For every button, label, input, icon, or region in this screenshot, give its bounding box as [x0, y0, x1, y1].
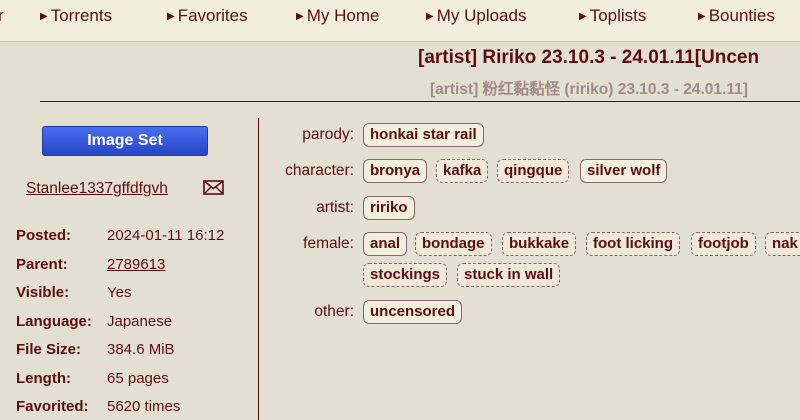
nav-label: My Home: [306, 6, 380, 25]
nav-item-my-home[interactable]: ▶ My Home: [296, 6, 379, 26]
nav-item-partial[interactable]: r: [0, 6, 4, 26]
tag-bukkake[interactable]: bukkake: [502, 232, 577, 256]
nav-item-my-uploads[interactable]: ▶ My Uploads: [426, 6, 526, 26]
info-label: Language:: [16, 313, 92, 330]
triangle-right-icon: ▶: [698, 11, 706, 22]
gallery-title-japanese: [artist] 粉红黏黏怪 (ririko) 23.10.3 - 24.01.…: [430, 81, 748, 98]
tag-uncensored[interactable]: uncensored: [363, 300, 463, 324]
nav-item-torrents[interactable]: ▶ Torrents: [40, 6, 112, 26]
title-divider: [40, 101, 800, 102]
nav-label: My Uploads: [436, 6, 527, 25]
tag-footjob[interactable]: footjob: [691, 232, 756, 256]
triangle-right-icon: ▶: [167, 11, 175, 22]
info-label: Parent:: [16, 256, 68, 273]
gallery-title: [artist] Ririko 23.10.3 - 24.01.11[Uncen: [418, 47, 760, 68]
tag-ririko[interactable]: ririko: [363, 196, 415, 220]
info-row-parent: Parent: 2789613: [16, 256, 165, 273]
nav-label: Torrents: [50, 6, 113, 25]
info-value: 384.6 MiB: [107, 341, 175, 358]
uploader-link[interactable]: Stanlee1337gffdfgvh: [26, 180, 168, 198]
nav-item-favorites[interactable]: ▶ Favorites: [167, 6, 248, 26]
tag-bondage[interactable]: bondage: [415, 232, 492, 256]
tag-namespace-female: female:: [303, 235, 354, 252]
tag-honkai-star-rail[interactable]: honkai star rail: [363, 123, 484, 147]
top-navigation: r ▶ Torrents ▶ Favorites ▶ My Home ▶ My Uplo…: [0, 0, 800, 42]
info-label: Visible:: [16, 284, 70, 301]
info-row-language: Language: Japanese: [16, 313, 172, 330]
tag-kafka[interactable]: kafka: [436, 159, 489, 183]
info-value: Japanese: [107, 313, 173, 330]
tag-qingque[interactable]: qingque: [497, 159, 570, 183]
tag-anal[interactable]: anal: [363, 232, 408, 256]
category-button[interactable]: Image Set: [42, 126, 208, 156]
tag-bronya[interactable]: bronya: [363, 159, 428, 183]
nav-label: Bounties: [708, 6, 775, 25]
info-label: Length:: [16, 370, 71, 387]
info-value: 2024-01-11 16:12: [107, 227, 225, 244]
info-label: Favorited:: [16, 398, 89, 415]
info-row-favorited: Favorited: 5620 times: [16, 398, 180, 415]
info-row-length: Length: 65 pages: [16, 370, 169, 387]
info-value: Yes: [107, 284, 132, 301]
info-row-posted: Posted: 2024-01-11 16:12: [16, 227, 224, 244]
tag-stuck-in-wall[interactable]: stuck in wall: [457, 263, 561, 287]
info-label: File Size:: [16, 341, 82, 358]
tag-silver-wolf[interactable]: silver wolf: [580, 159, 668, 183]
info-row-file-size: File Size: 384.6 MiB: [16, 341, 175, 358]
triangle-right-icon: ▶: [579, 11, 587, 22]
info-value: 65 pages: [107, 370, 169, 387]
tag-stockings[interactable]: stockings: [363, 263, 448, 287]
envelope-icon[interactable]: [203, 180, 224, 195]
parent-link[interactable]: 2789613: [107, 256, 165, 273]
tag-namespace-other: other:: [314, 303, 354, 320]
tag-namespace-artist: artist:: [316, 199, 354, 216]
tag-namespace-parody: parody:: [302, 126, 354, 143]
tag-namespace-character: character:: [285, 162, 354, 179]
info-value: 5620 times: [107, 398, 181, 415]
info-label: Posted:: [16, 227, 72, 244]
tag-foot-licking[interactable]: foot licking: [586, 232, 680, 256]
tag-truncated[interactable]: nak: [765, 232, 800, 256]
nav-item-toplists[interactable]: ▶ Toplists: [579, 6, 646, 26]
nav-label: Toplists: [589, 6, 647, 25]
nav-item-bounties[interactable]: ▶ Bounties: [698, 6, 775, 26]
triangle-right-icon: ▶: [296, 11, 304, 22]
nav-label: Favorites: [177, 6, 248, 25]
triangle-right-icon: ▶: [40, 11, 48, 22]
triangle-right-icon: ▶: [426, 11, 434, 22]
info-row-visible: Visible: Yes: [16, 284, 131, 301]
